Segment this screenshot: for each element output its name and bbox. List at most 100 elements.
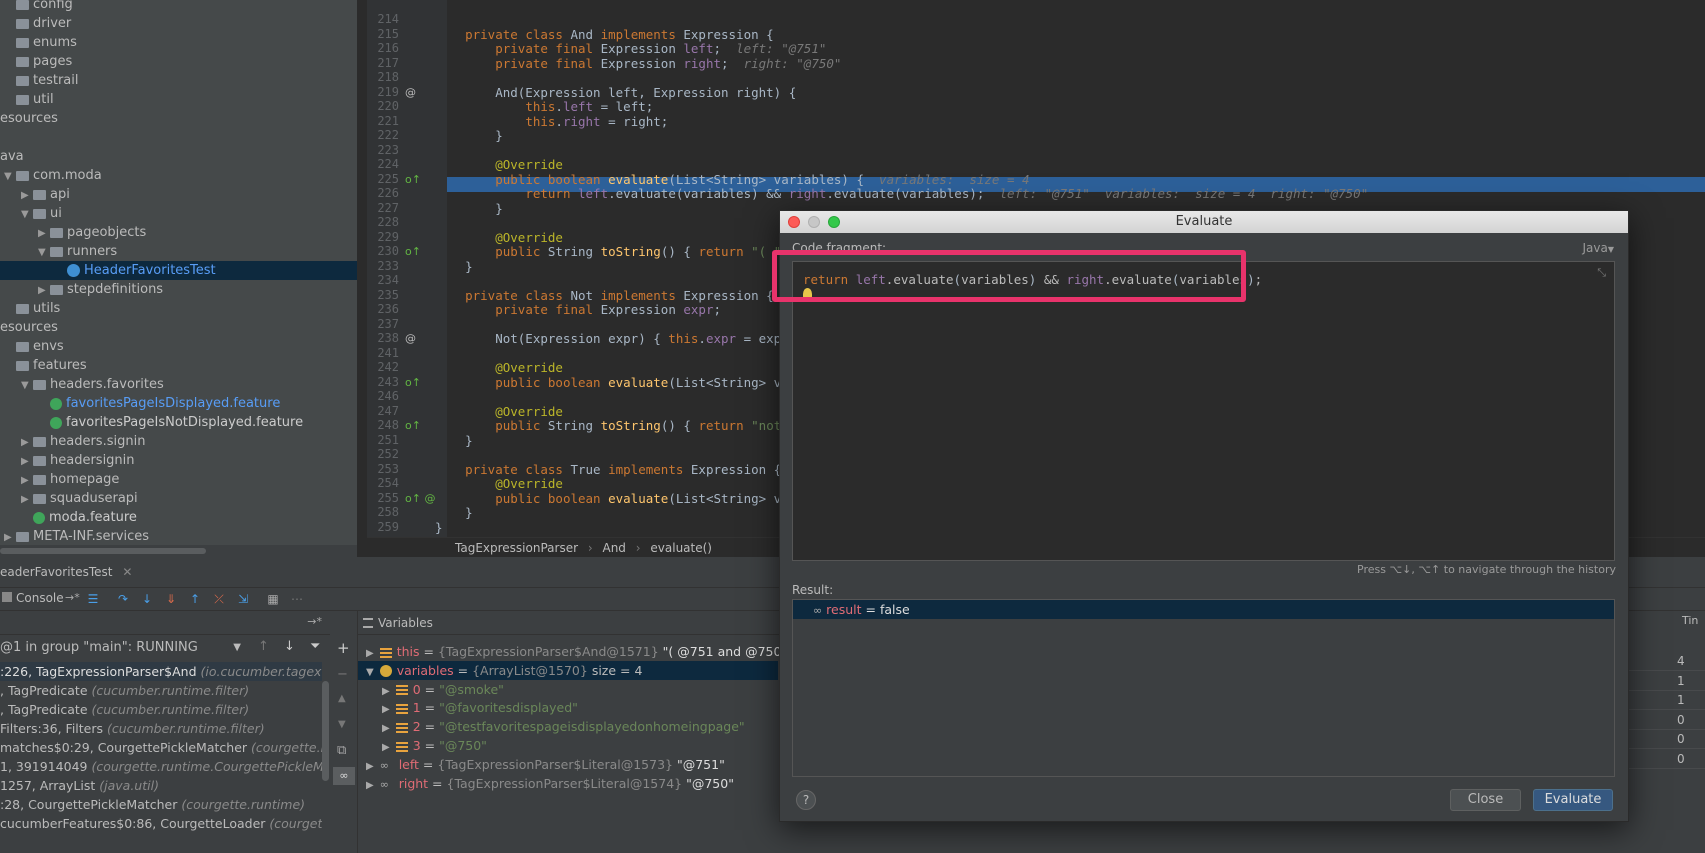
drop-frame-icon[interactable]: ⤫ [212,592,226,606]
override-marker-icon[interactable]: o↑ @ [405,491,435,506]
override-marker-icon[interactable]: o↑ [405,244,421,259]
project-tree-item[interactable]: HeaderFavoritesTest [0,261,357,280]
add-watch-icon[interactable]: + [337,639,350,657]
project-tree-item[interactable]: ▼ ui [0,204,357,223]
code-fragment-editor[interactable]: return left.evaluate(variables) && right… [792,261,1615,561]
project-tree-item[interactable]: ▼ runners [0,242,357,261]
stack-frame[interactable]: :28, CourgettePickleMatcher (courgette.r… [0,795,322,814]
project-tree-item[interactable]: ▶ headers.signin [0,432,357,451]
variable-row[interactable]: ▶ ∞ left = {TagExpressionParser$Literal@15… [358,755,778,774]
frames-scrollbar[interactable] [322,681,329,781]
project-tree-item[interactable]: ▼ headers.favorites [0,375,357,394]
collapsed-arrow-icon[interactable]: ▶ [382,704,390,715]
project-tree-item[interactable]: config [0,0,357,14]
project-tree-item[interactable]: moda.feature [0,508,357,527]
variable-row[interactable]: ▶ 0 = "@smoke" [358,680,778,699]
project-tree-item[interactable]: features [0,356,357,375]
stack-frame[interactable]: Filters:36, Filters (cucumber.runtime.fi… [0,719,322,738]
expanded-arrow-icon[interactable]: ▼ [21,205,33,224]
show-execution-point-icon[interactable]: ☰ [86,592,100,606]
stack-frame[interactable]: 1257, ArrayList (java.util) [0,776,322,795]
stack-frame[interactable]: :226, TagExpressionParser$And (io.cucumb… [0,662,322,681]
project-tree-item[interactable]: util [0,90,357,109]
step-out-icon[interactable]: ↑ [188,592,202,606]
project-tree-item[interactable] [0,128,357,147]
override-marker-icon[interactable]: o↑ [405,375,421,390]
collapsed-arrow-icon[interactable]: ▶ [382,742,390,753]
dialog-titlebar[interactable]: Evaluate [780,211,1628,233]
remove-watch-icon[interactable]: − [337,667,348,682]
console-icon[interactable] [2,592,12,602]
collapsed-arrow-icon[interactable]: ▶ [21,186,33,205]
move-down-icon[interactable]: ▼ [338,719,346,730]
close-button[interactable]: Close [1450,789,1521,811]
run-to-cursor-icon[interactable]: ⇲ [236,592,250,606]
project-tree-item[interactable]: ▼ com.moda [0,166,357,185]
project-tree-item[interactable]: esources [0,318,357,337]
variable-row[interactable]: ▶ 2 = "@testfavoritespageisdisplayedonhom… [358,717,778,736]
stack-frame[interactable]: 1, 391914049 (courgette.runtime.Courgett… [0,757,322,776]
collapsed-arrow-icon[interactable]: ▶ [382,686,390,697]
project-tree-item[interactable]: ▶ api [0,185,357,204]
language-selector[interactable]: Java▼ [1582,241,1614,255]
override-marker-icon[interactable]: @ [405,331,416,346]
project-hscrollbar[interactable] [0,548,206,554]
collapsed-arrow-icon[interactable]: ▶ [21,452,33,471]
variable-row[interactable]: ▶ 1 = "@favoritesdisplayed" [358,698,778,717]
project-tree-item[interactable]: ▶ headersignin [0,451,357,470]
project-tree-item[interactable]: envs [0,337,357,356]
console-tab[interactable]: Console [16,591,64,605]
collapsed-arrow-icon[interactable]: ▶ [4,528,16,547]
evaluate-button[interactable]: Evaluate [1533,789,1613,811]
up-arrow-icon[interactable]: ↑ [258,639,269,654]
stack-frame[interactable]: cucumberFeatures$0:86, CourgetteLoader (… [0,814,322,833]
watches-icon[interactable]: ∞ [333,767,355,785]
collapsed-arrow-icon[interactable]: ▶ [21,490,33,509]
close-window-icon[interactable] [788,216,800,228]
variable-row[interactable]: ▶ ∞ right = {TagExpressionParser$Literal@1… [358,774,778,793]
restore-layout-icon[interactable]: →* [65,591,80,604]
move-up-icon[interactable]: ▲ [338,693,346,704]
project-tree-item[interactable]: ▶ pageobjects [0,223,357,242]
expanded-arrow-icon[interactable]: ▼ [21,376,33,395]
debug-session-tab[interactable]: eaderFavoritesTest ✕ [0,557,132,587]
filter-icon[interactable]: ⏷ [310,639,320,654]
copy-icon[interactable]: ⧉ [337,743,346,758]
thread-selector[interactable]: @1 in group "main": RUNNING ▼ [0,637,245,659]
project-tree-item[interactable]: favoritesPageIsNotDisplayed.feature [0,413,357,432]
evaluate-expression-icon[interactable]: ▦ [266,592,280,606]
variable-row[interactable]: ▼ variables = {ArrayList@1570} size = 4 [358,660,778,680]
help-button[interactable]: ? [796,790,816,810]
collapsed-arrow-icon[interactable]: ▶ [366,648,374,659]
project-tree-item[interactable]: ▶ homepage [0,470,357,489]
project-tree-item[interactable]: esources [0,109,357,128]
project-tree-item[interactable]: enums [0,33,357,52]
collapsed-arrow-icon[interactable]: ▶ [382,723,390,734]
breadcrumb-item-class[interactable]: TagExpressionParser [455,541,578,555]
force-step-into-icon[interactable]: ⇓ [164,592,178,606]
expanded-arrow-icon[interactable]: ▼ [4,167,16,186]
variable-row[interactable]: ▶ this = {TagExpressionParser$And@1571} "… [358,642,796,661]
stack-frame[interactable]: , TagPredicate (cucumber.runtime.filter) [0,681,322,700]
breadcrumb-item-method[interactable]: evaluate() [650,541,712,555]
breadcrumb-item-inner[interactable]: And [602,541,625,555]
project-tree-item[interactable]: testrail [0,71,357,90]
collapse-icon[interactable]: ⤡ [1597,266,1606,280]
result-row[interactable]: ∞ result = false [793,600,1614,619]
project-tree-item[interactable]: favoritesPageIsDisplayed.feature [0,394,357,413]
maximize-window-icon[interactable] [828,216,840,228]
project-tree-item[interactable]: pages [0,52,357,71]
collapsed-arrow-icon[interactable]: ▶ [366,761,374,772]
collapsed-arrow-icon[interactable]: ▶ [21,433,33,452]
override-marker-icon[interactable]: @ [405,85,416,100]
down-arrow-icon[interactable]: ↓ [284,639,295,654]
collapsed-arrow-icon[interactable]: ▶ [366,780,374,791]
stack-frame[interactable]: matches$0:29, CourgettePickleMatcher (co… [0,738,322,757]
collapsed-arrow-icon[interactable]: ▶ [38,224,50,243]
project-tree-item[interactable]: ▶ META-INF.services [0,527,357,546]
project-tree-item[interactable]: driver [0,14,357,33]
close-icon[interactable]: ✕ [122,565,132,579]
collapsed-arrow-icon[interactable]: ▶ [38,281,50,300]
expanded-arrow-icon[interactable]: ▼ [366,667,374,678]
project-tree-item[interactable]: utils [0,299,357,318]
